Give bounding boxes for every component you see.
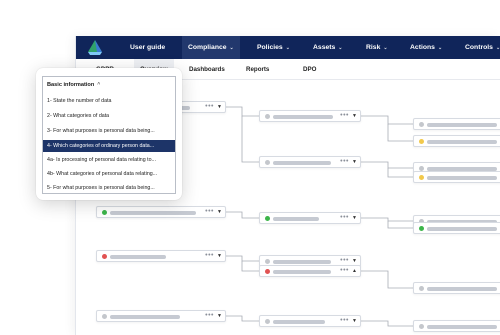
- question-dropdown: Basic information ^ 1- State the number o…: [36, 68, 182, 200]
- chevron-down-icon: ⌄: [229, 45, 234, 51]
- flow-node[interactable]: [413, 222, 500, 234]
- node-label-placeholder: [110, 315, 180, 319]
- more-options-icon[interactable]: •••: [340, 213, 349, 224]
- flow-node[interactable]: [413, 282, 500, 294]
- status-dot: [419, 139, 424, 144]
- chevron-down-icon[interactable]: ▼: [352, 213, 357, 224]
- node-label-placeholder: [273, 161, 331, 165]
- chevron-down-icon[interactable]: ▼: [352, 157, 357, 168]
- node-label-placeholder: [273, 270, 331, 274]
- node-label-placeholder: [427, 176, 497, 180]
- status-dot: [265, 216, 270, 221]
- chevron-down-icon[interactable]: ▼: [217, 207, 222, 218]
- chevron-down-icon[interactable]: ▼: [217, 251, 222, 262]
- chevron-down-icon[interactable]: ▼: [352, 111, 357, 122]
- subnav-dpo[interactable]: DPO: [303, 59, 316, 80]
- status-dot: [265, 160, 270, 165]
- chevron-down-icon: ⌄: [285, 45, 290, 51]
- nav-user-guide[interactable]: User guide: [130, 36, 165, 59]
- status-dot: [419, 226, 424, 231]
- status-dot: [265, 269, 270, 274]
- question-item[interactable]: 3- For what purposes is personal data be…: [43, 125, 175, 137]
- more-options-icon[interactable]: •••: [205, 251, 214, 262]
- node-label-placeholder: [427, 287, 497, 291]
- chevron-down-icon[interactable]: ▼: [217, 102, 222, 113]
- question-list: Basic information ^ 1- State the number o…: [42, 76, 176, 194]
- logo-icon[interactable]: [87, 40, 103, 55]
- subnav-dashboards[interactable]: Dashboards: [189, 59, 225, 80]
- question-item[interactable]: 4b- What categories of personal data rel…: [43, 168, 175, 180]
- chevron-down-icon: ⌄: [437, 45, 443, 51]
- more-options-icon[interactable]: •••: [340, 111, 349, 122]
- status-dot: [419, 286, 424, 291]
- node-label-placeholder: [110, 255, 166, 259]
- status-dot: [102, 314, 107, 319]
- question-item[interactable]: 4a- Is processing of personal data relat…: [43, 154, 175, 166]
- nav-risk[interactable]: Risk ⌄: [366, 36, 388, 59]
- chevron-down-icon[interactable]: ▼: [352, 316, 357, 327]
- status-dot: [265, 319, 270, 324]
- question-item[interactable]: 1- State the number of data: [43, 95, 175, 107]
- flow-node[interactable]: ••• ▼: [96, 310, 226, 322]
- more-options-icon[interactable]: •••: [340, 266, 349, 277]
- status-dot: [419, 122, 424, 127]
- flow-node[interactable]: [413, 320, 500, 332]
- nav-policies[interactable]: Policies ⌄: [257, 36, 290, 59]
- more-options-icon[interactable]: •••: [205, 102, 214, 113]
- question-item-selected[interactable]: 4- Which categories of ordinary person d…: [43, 140, 175, 152]
- flow-node[interactable]: [413, 118, 500, 130]
- node-label-placeholder: [273, 260, 331, 264]
- node-label-placeholder: [110, 211, 196, 215]
- chevron-down-icon[interactable]: ▼: [217, 311, 222, 322]
- chevron-down-icon: ⌄: [383, 45, 388, 51]
- node-label-placeholder: [273, 320, 325, 324]
- nav-assets[interactable]: Assets ⌄: [313, 36, 343, 59]
- chevron-up-icon[interactable]: ▲: [352, 266, 357, 277]
- flow-node[interactable]: ••• ▲: [259, 265, 361, 277]
- node-label-placeholder: [273, 217, 319, 221]
- nav-actions[interactable]: Actions ⌄: [410, 36, 442, 59]
- more-options-icon[interactable]: •••: [205, 207, 214, 218]
- node-label-placeholder: [427, 325, 497, 329]
- flow-node[interactable]: [413, 171, 500, 183]
- status-dot: [419, 324, 424, 329]
- status-dot: [102, 210, 107, 215]
- status-dot: [265, 259, 270, 264]
- more-options-icon[interactable]: •••: [340, 157, 349, 168]
- flow-node[interactable]: [413, 135, 500, 147]
- chevron-up-icon: ^: [97, 82, 101, 88]
- flow-node[interactable]: ••• ▼: [259, 110, 361, 122]
- question-item[interactable]: 5- For what purposes is personal data be…: [43, 182, 175, 194]
- section-header[interactable]: Basic information ^: [47, 82, 100, 88]
- nav-controls[interactable]: Controls ⌄: [465, 36, 500, 59]
- chevron-down-icon: ⌄: [338, 45, 343, 51]
- node-label-placeholder: [427, 140, 497, 144]
- node-label-placeholder: [273, 115, 333, 119]
- flow-node[interactable]: ••• ▼: [259, 156, 361, 168]
- status-dot: [265, 114, 270, 119]
- flow-node[interactable]: ••• ▼: [259, 212, 361, 224]
- subnav-reports[interactable]: Reports: [246, 59, 269, 80]
- more-options-icon[interactable]: •••: [205, 311, 214, 322]
- flow-node[interactable]: ••• ▼: [96, 206, 226, 218]
- nav-compliance[interactable]: Compliance ⌄: [182, 36, 240, 59]
- top-navigation: User guide Compliance ⌄ Policies ⌄ Assets ⌄…: [76, 36, 500, 59]
- node-label-placeholder: [427, 227, 497, 231]
- question-item[interactable]: 2- What categories of data: [43, 110, 175, 122]
- flow-node[interactable]: ••• ▼: [96, 250, 226, 262]
- flow-node[interactable]: ••• ▼: [259, 315, 361, 327]
- chevron-down-icon: ⌄: [495, 45, 500, 51]
- node-label-placeholder: [427, 123, 497, 127]
- status-dot: [102, 254, 107, 259]
- status-dot: [419, 175, 424, 180]
- more-options-icon[interactable]: •••: [340, 316, 349, 327]
